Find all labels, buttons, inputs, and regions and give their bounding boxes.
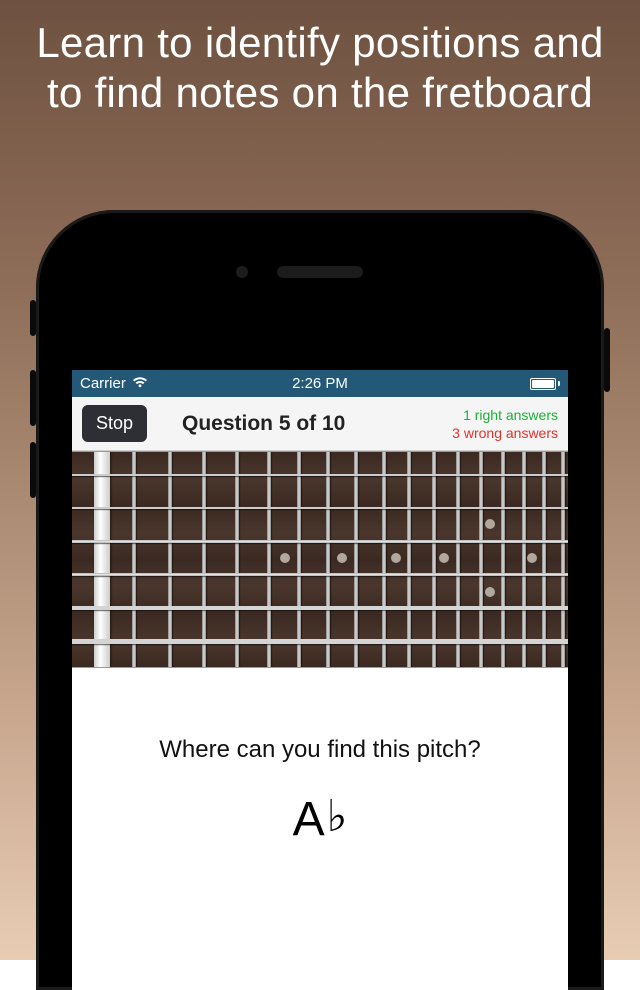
- quiz-toolbar: Stop Question 5 of 10 1 right answers 3 …: [72, 397, 568, 451]
- phone-screen: Carrier 2:26 PM Stop Question 5 of 10 1 …: [72, 370, 568, 990]
- nut: [94, 452, 110, 667]
- fret: [297, 452, 301, 667]
- wrong-answers-label: 3 wrong answers: [452, 425, 558, 443]
- score-box: 1 right answers 3 wrong answers: [452, 407, 558, 443]
- fret-marker-dot: [527, 553, 537, 563]
- fret: [132, 452, 136, 667]
- pitch-letter: A: [293, 792, 325, 847]
- fret: [235, 452, 239, 667]
- prompt-question: Where can you find this pitch?: [72, 736, 568, 764]
- fret: [432, 452, 436, 667]
- fret-marker-dot: [485, 519, 495, 529]
- phone-camera: [236, 266, 248, 278]
- phone-power-button: [604, 328, 610, 392]
- phone-speaker: [277, 266, 363, 278]
- string[interactable]: [72, 639, 568, 644]
- phone-mute-switch: [30, 300, 36, 336]
- fret-marker-dot: [280, 553, 290, 563]
- string[interactable]: [72, 573, 568, 576]
- string[interactable]: [72, 474, 568, 476]
- fret: [267, 452, 271, 667]
- fret: [202, 452, 206, 667]
- string[interactable]: [72, 507, 568, 509]
- right-answers-label: 1 right answers: [452, 407, 558, 425]
- carrier-label: Carrier: [80, 375, 126, 392]
- fret: [561, 452, 565, 667]
- status-time: 2:26 PM: [292, 375, 348, 392]
- string[interactable]: [72, 606, 568, 610]
- prompt-area: Where can you find this pitch? A♭: [72, 668, 568, 847]
- fret: [542, 452, 546, 667]
- fretboard[interactable]: [72, 451, 568, 668]
- fret: [456, 452, 460, 667]
- target-pitch: A♭: [72, 792, 568, 847]
- status-bar: Carrier 2:26 PM: [72, 370, 568, 397]
- fret: [501, 452, 505, 667]
- fret-marker-dot: [337, 553, 347, 563]
- fret: [479, 452, 483, 667]
- fret: [522, 452, 526, 667]
- fret-marker-dot: [485, 587, 495, 597]
- stop-button[interactable]: Stop: [82, 405, 147, 442]
- fretboard-surface[interactable]: [72, 451, 568, 668]
- fret-marker-dot: [391, 553, 401, 563]
- string[interactable]: [72, 540, 568, 543]
- phone-volume-down: [30, 442, 36, 498]
- promo-headline: Learn to identify positions and to find …: [0, 18, 640, 117]
- phone-frame: Carrier 2:26 PM Stop Question 5 of 10 1 …: [36, 210, 604, 990]
- wifi-icon: [132, 375, 148, 392]
- fret: [354, 452, 358, 667]
- fret-marker-dot: [439, 553, 449, 563]
- phone-volume-up: [30, 370, 36, 426]
- battery-icon: [530, 378, 560, 390]
- question-counter: Question 5 of 10: [182, 412, 345, 436]
- fret: [326, 452, 330, 667]
- fret: [168, 452, 172, 667]
- fret: [407, 452, 411, 667]
- fret: [382, 452, 386, 667]
- flat-icon: ♭: [327, 791, 348, 842]
